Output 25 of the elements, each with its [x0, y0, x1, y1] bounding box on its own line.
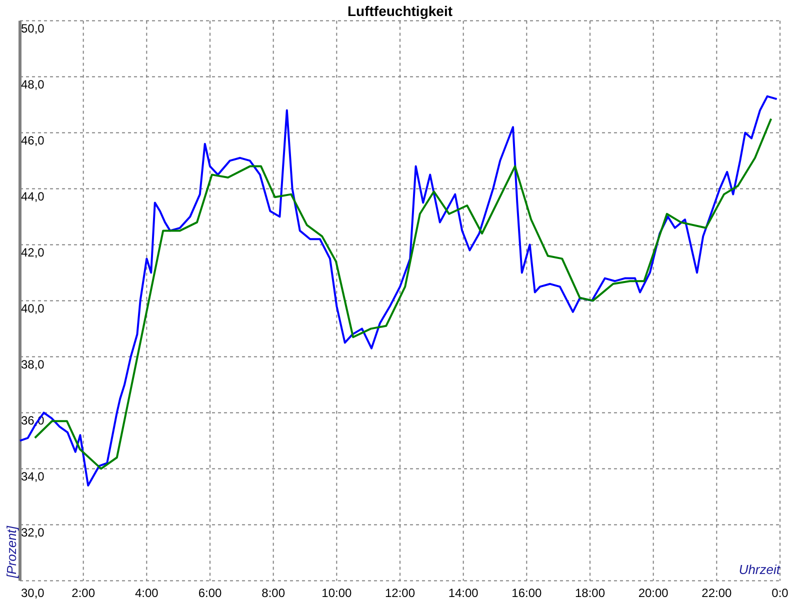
x-tick-label: 14:00 [448, 586, 478, 600]
y-axis-title: [Prozent] [4, 526, 19, 578]
y-tick-label: 40,0 [21, 302, 44, 316]
x-tick-label: 0:0 [772, 586, 788, 600]
y-tick-label: 44,0 [21, 190, 44, 204]
x-tick-label: 2:00 [72, 586, 96, 600]
x-tick-label: 20:00 [638, 586, 668, 600]
x-tick-label: 10:00 [322, 586, 352, 600]
y-tick-label: 32,0 [21, 526, 44, 540]
y-tick-label: 30,0 [21, 586, 44, 600]
x-tick-label: 6:00 [198, 586, 222, 600]
y-tick-label: 34,0 [21, 470, 44, 484]
x-tick-label: 12:00 [384, 586, 416, 600]
x-tick-label: 22:00 [702, 586, 732, 600]
y-tick-label: 46,0 [21, 134, 44, 148]
y-tick-label: 38,0 [21, 358, 44, 372]
y-tick-label: 42,0 [21, 246, 44, 260]
y-tick-label: 48,0 [21, 78, 44, 92]
chart-title: Luftfeuchtigkeit [348, 3, 452, 19]
x-tick-label: 8:00 [262, 586, 286, 600]
x-tick-label: 4:00 [134, 586, 158, 600]
y-tick-label: 50,0 [21, 22, 44, 36]
x-tick-label: 18:00 [574, 586, 606, 600]
x-axis-title: Uhrzeit [738, 562, 780, 577]
x-tick-label: 16:00 [512, 586, 542, 600]
